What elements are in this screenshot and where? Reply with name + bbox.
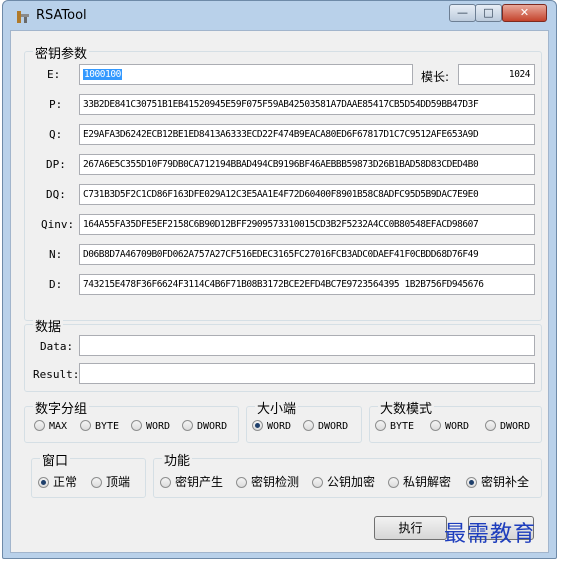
number-max-radio[interactable]: MAX [34, 420, 67, 434]
function-complete-radio[interactable]: 密钥补全 [466, 475, 529, 489]
endian-legend: 大小端 [255, 398, 299, 417]
minimize-button[interactable]: — [449, 4, 476, 22]
function-keycheck-radio[interactable]: 密钥检测 [236, 475, 299, 489]
radio-circle-icon [91, 477, 102, 488]
d-label: D: [49, 278, 63, 291]
result-input[interactable] [79, 363, 535, 384]
radio-circle-icon [388, 477, 399, 488]
data-input[interactable] [79, 335, 535, 356]
q-input[interactable]: E29AFA3D6242ECB12BE1ED8413A6333ECD22F474… [79, 124, 535, 145]
radio-label: 密钥产生 [175, 475, 224, 489]
e-input-value: 1000100 [83, 69, 122, 80]
radio-circle-icon [430, 420, 441, 431]
maximize-button[interactable]: □ [475, 4, 502, 22]
qinv-input[interactable]: 164A55FA35DFE5EF2158C6B90D12BFF290957331… [79, 214, 535, 235]
key-params-legend: 密钥参数 [33, 43, 90, 62]
radio-label: 顶端 [106, 475, 131, 489]
window-normal-radio[interactable]: 正常 [38, 475, 77, 489]
radio-circle-icon [236, 477, 247, 488]
radio-label: BYTE [390, 421, 415, 432]
window-topmost-radio[interactable]: 顶端 [91, 475, 130, 489]
number-dword-radio[interactable]: DWORD [182, 420, 227, 434]
radio-circle-icon [375, 420, 386, 431]
radio-label: DWORD [318, 421, 349, 432]
radio-label: MAX [49, 421, 68, 432]
radio-label: WORD [146, 421, 171, 432]
radio-circle-selected-icon [466, 477, 477, 488]
qinv-label: Qinv: [41, 218, 75, 231]
title-bar[interactable]: RSATool — □ ✕ [3, 1, 556, 31]
radio-circle-selected-icon [252, 420, 263, 431]
radio-label: 私钥解密 [403, 475, 452, 489]
data-label: Data: [40, 340, 74, 353]
watermark-text: 最需教育 [444, 522, 537, 547]
radio-circle-icon [131, 420, 142, 431]
p-label: P: [49, 98, 63, 111]
dq-input[interactable]: C731B3D5F2C1CD86F163DFE029A12C3E5AA1E4F7… [79, 184, 535, 205]
bignum-word-radio[interactable]: WORD [430, 420, 469, 434]
radio-circle-icon [485, 420, 496, 431]
e-input[interactable]: 1000100 [79, 64, 413, 85]
number-word-radio[interactable]: WORD [131, 420, 170, 434]
radio-label: 正常 [53, 475, 78, 489]
e-label: E: [47, 68, 61, 81]
radio-circle-selected-icon [38, 477, 49, 488]
radio-circle-icon [312, 477, 323, 488]
modulus-label: 模长: [421, 70, 450, 84]
dq-label: DQ: [46, 188, 66, 201]
tool-icon [17, 11, 29, 23]
data-legend: 数据 [33, 316, 64, 335]
execute-button[interactable]: 执行 [374, 516, 447, 540]
dp-input[interactable]: 267A6E5C355D10F79DB0CA712194BBAD494CB919… [79, 154, 535, 175]
radio-circle-icon [80, 420, 91, 431]
function-legend: 功能 [162, 450, 193, 469]
client-area: 密钥参数 E: 1000100 模长: 1024 P: 33B2DE841C30… [10, 30, 549, 553]
radio-label: WORD [445, 421, 470, 432]
p-input[interactable]: 33B2DE841C30751B1EB41520945E59F075F59AB4… [79, 94, 535, 115]
function-encrypt-radio[interactable]: 公钥加密 [312, 475, 375, 489]
radio-label: BYTE [95, 421, 120, 432]
dp-label: DP: [46, 158, 66, 171]
bignum-legend: 大数模式 [378, 398, 435, 417]
modulus-input[interactable]: 1024 [458, 64, 535, 85]
radio-label: DWORD [197, 421, 228, 432]
function-decrypt-radio[interactable]: 私钥解密 [388, 475, 451, 489]
d-input[interactable]: 743215E478F36F6624F3114C4B6F71B08B3172BC… [79, 274, 535, 295]
radio-circle-icon [34, 420, 45, 431]
n-input[interactable]: D06B8D7A46709B0FD062A757A27CF516EDEC3165… [79, 244, 535, 265]
window-mode-legend: 窗口 [40, 450, 71, 469]
radio-circle-icon [160, 477, 171, 488]
bignum-dword-radio[interactable]: DWORD [485, 420, 530, 434]
radio-label: 公钥加密 [327, 475, 376, 489]
radio-label: WORD [267, 421, 292, 432]
number-byte-radio[interactable]: BYTE [80, 420, 119, 434]
number-group-legend: 数字分组 [33, 398, 90, 417]
n-label: N: [49, 248, 63, 261]
bignum-byte-radio[interactable]: BYTE [375, 420, 414, 434]
window-title: RSATool [36, 8, 87, 23]
endian-word-radio[interactable]: WORD [252, 420, 291, 434]
radio-circle-icon [182, 420, 193, 431]
app-window: RSATool — □ ✕ 密钥参数 E: 1000100 模长: 1024 P… [2, 0, 557, 559]
function-keygen-radio[interactable]: 密钥产生 [160, 475, 223, 489]
q-label: Q: [49, 128, 63, 141]
radio-label: DWORD [500, 421, 531, 432]
result-label: Result: [33, 368, 80, 381]
endian-dword-radio[interactable]: DWORD [303, 420, 348, 434]
radio-label: 密钥检测 [251, 475, 300, 489]
radio-label: 密钥补全 [481, 475, 530, 489]
radio-circle-icon [303, 420, 314, 431]
close-button[interactable]: ✕ [502, 4, 547, 22]
